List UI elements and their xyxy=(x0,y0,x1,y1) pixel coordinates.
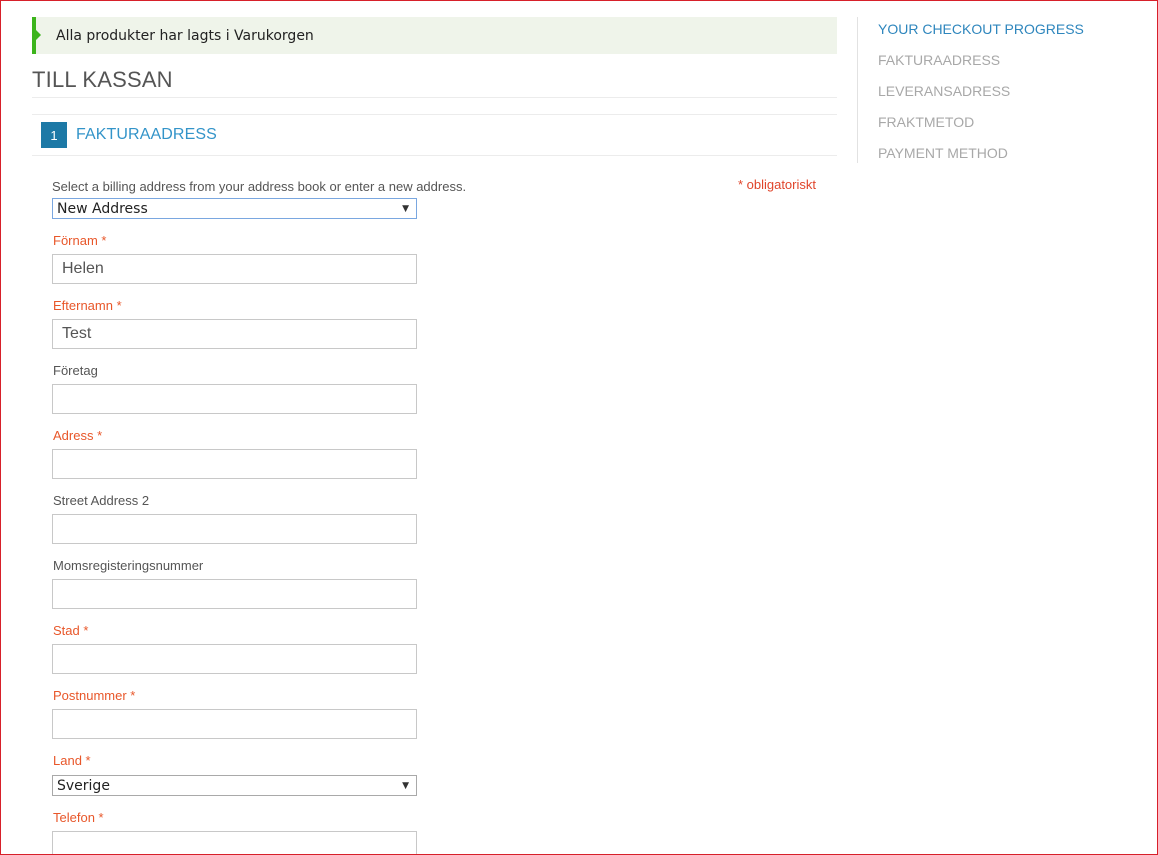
company-input[interactable] xyxy=(52,384,417,414)
progress-item-shipping: LEVERANSADRESS xyxy=(878,83,1011,99)
field-street1: Adress * xyxy=(52,428,837,479)
address-select[interactable]: New Address ▼ xyxy=(52,198,417,219)
firstname-label: Förnam * xyxy=(53,233,107,248)
company-label: Företag xyxy=(53,363,98,378)
field-company: Företag xyxy=(52,363,837,414)
street1-input[interactable] xyxy=(52,449,417,479)
step-number-badge: 1 xyxy=(41,122,67,148)
checkout-progress-title: YOUR CHECKOUT PROGRESS xyxy=(878,21,1084,37)
country-select-value: Sverige xyxy=(57,777,110,794)
field-postcode: Postnummer * xyxy=(52,688,837,739)
lastname-input[interactable]: Test xyxy=(52,319,417,349)
progress-item-billing: FAKTURAADRESS xyxy=(878,52,1001,68)
page-title: TILL KASSAN xyxy=(32,67,173,92)
field-country: Land * Sverige ▼ xyxy=(52,753,837,796)
address-select-intro: Select a billing address from your addre… xyxy=(52,179,467,194)
street1-label: Adress * xyxy=(53,428,103,443)
step-header-billing[interactable]: 1 FAKTURAADRESS xyxy=(32,115,837,155)
field-firstname: Förnam * Helen xyxy=(52,233,837,284)
lastname-label: Efternamn * xyxy=(53,298,122,313)
telephone-input[interactable] xyxy=(52,831,417,854)
progress-item-shipping-method: FRAKTMETOD xyxy=(878,114,975,130)
dropdown-arrow-icon: ▼ xyxy=(402,780,409,791)
field-vat: Momsregisteringsnummer xyxy=(52,558,837,609)
vat-input[interactable] xyxy=(52,579,417,609)
required-note: * obligatoriskt xyxy=(737,177,816,192)
field-city: Stad * xyxy=(52,623,837,674)
postcode-input[interactable] xyxy=(52,709,417,739)
step-title[interactable]: FAKTURAADRESS xyxy=(76,126,217,144)
success-notice: Alla produkter har lagts i Varukorgen xyxy=(32,17,837,54)
address-select-value: New Address xyxy=(57,200,148,217)
field-lastname: Efternamn * Test xyxy=(52,298,837,349)
country-select[interactable]: Sverige ▼ xyxy=(52,775,417,796)
field-telephone: Telefon * xyxy=(52,810,837,854)
checkout-main: Alla produkter har lagts i Varukorgen TI… xyxy=(32,17,837,854)
street2-input[interactable] xyxy=(52,514,417,544)
telephone-label: Telefon * xyxy=(53,810,104,825)
divider xyxy=(32,97,837,98)
vat-label: Momsregisteringsnummer xyxy=(53,558,204,573)
country-label: Land * xyxy=(53,753,91,768)
progress-item-payment: PAYMENT METHOD xyxy=(878,145,1008,161)
notice-text: Alla produkter har lagts i Varukorgen xyxy=(56,27,314,44)
billing-form: Select a billing address from your addre… xyxy=(32,156,837,854)
street2-label: Street Address 2 xyxy=(53,493,150,508)
city-input[interactable] xyxy=(52,644,417,674)
postcode-label: Postnummer * xyxy=(53,688,136,703)
page-frame: Alla produkter har lagts i Varukorgen TI… xyxy=(0,0,1158,855)
dropdown-arrow-icon: ▼ xyxy=(402,203,409,214)
success-marker-icon xyxy=(32,17,41,54)
city-label: Stad * xyxy=(53,623,89,638)
field-street2: Street Address 2 xyxy=(52,493,837,544)
firstname-input[interactable]: Helen xyxy=(52,254,417,284)
checkout-progress-sidebar: YOUR CHECKOUT PROGRESS FAKTURAADRESS LEV… xyxy=(857,17,1148,163)
